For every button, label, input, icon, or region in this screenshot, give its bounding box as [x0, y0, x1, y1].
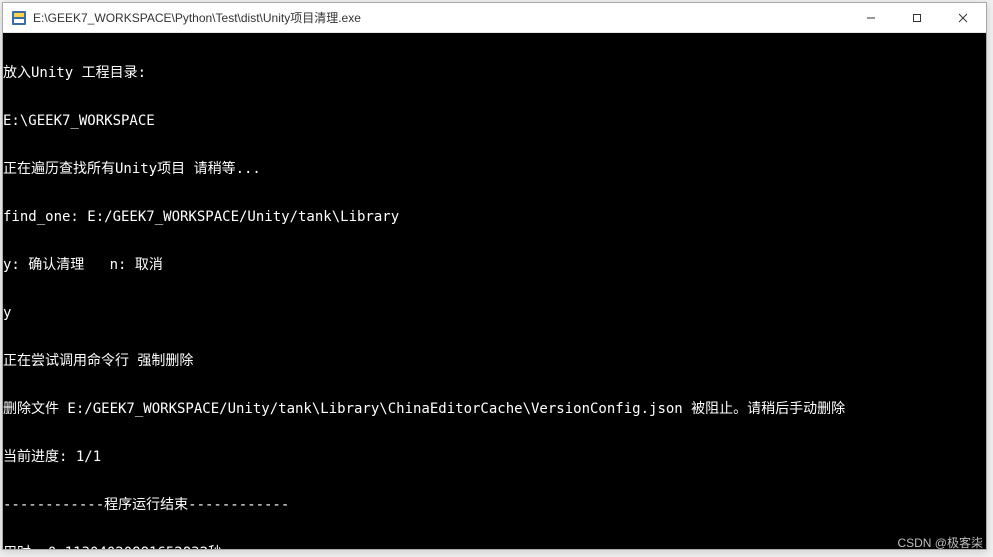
console-output[interactable]: 放入Unity 工程目录: E:\GEEK7_WORKSPACE 正在遍历查找所…	[3, 33, 986, 549]
console-line: E:\GEEK7_WORKSPACE	[3, 113, 986, 129]
app-icon	[11, 10, 27, 26]
app-window: E:\GEEK7_WORKSPACE\Python\Test\dist\Unit…	[2, 2, 987, 550]
close-button[interactable]	[940, 3, 986, 32]
console-line: ------------程序运行结束------------	[3, 497, 986, 513]
console-line: 正在遍历查找所有Unity项目 请稍等...	[3, 161, 986, 177]
console-line: 正在尝试调用命令行 强制删除	[3, 353, 986, 369]
console-line: 用时: 0.11304020881652832秒	[3, 545, 986, 549]
console-line: find_one: E:/GEEK7_WORKSPACE/Unity/tank\…	[3, 209, 986, 225]
console-line: 放入Unity 工程目录:	[3, 65, 986, 81]
console-line: 当前进度: 1/1	[3, 449, 986, 465]
console-line: y	[3, 305, 986, 321]
window-title: E:\GEEK7_WORKSPACE\Python\Test\dist\Unit…	[33, 9, 848, 26]
titlebar[interactable]: E:\GEEK7_WORKSPACE\Python\Test\dist\Unit…	[3, 3, 986, 33]
minimize-button[interactable]	[848, 3, 894, 32]
console-line: y: 确认清理 n: 取消	[3, 257, 986, 273]
console-line: 删除文件 E:/GEEK7_WORKSPACE/Unity/tank\Libra…	[3, 401, 986, 417]
window-controls	[848, 3, 986, 32]
maximize-button[interactable]	[894, 3, 940, 32]
watermark: CSDN @极客柒	[897, 534, 983, 551]
